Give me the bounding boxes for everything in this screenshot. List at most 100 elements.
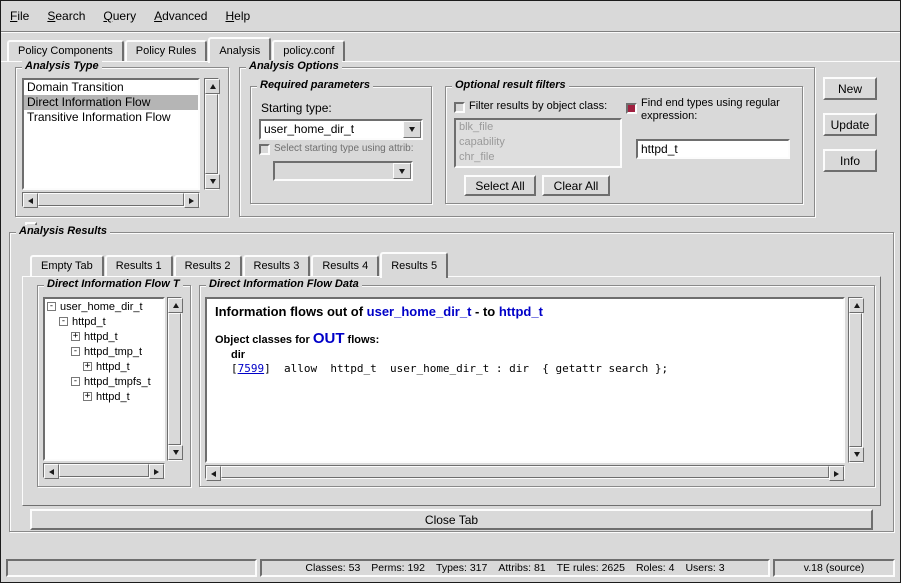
tree-node-label[interactable]: user_home_dir_t (60, 301, 143, 313)
attrib-checkbox[interactable] (259, 144, 270, 155)
tree-node-label[interactable]: httpd_t (84, 331, 118, 343)
tree-node[interactable]: -user_home_dir_t (45, 299, 163, 314)
list-item-selected[interactable]: Direct Information Flow (24, 95, 198, 110)
analysis-type-v-scrollbar[interactable] (204, 78, 219, 190)
analysis-type-h-scrollbar[interactable] (22, 192, 200, 207)
scroll-trough[interactable] (221, 466, 829, 478)
rule-number-link[interactable]: 7599 (238, 362, 265, 375)
rule-bracket-open: [ (231, 362, 238, 375)
filter-object-class-checkbox[interactable] (454, 102, 465, 113)
scroll-trough[interactable] (205, 94, 218, 174)
list-item[interactable]: Transitive Information Flow (24, 110, 198, 125)
scroll-right-icon[interactable] (184, 193, 199, 208)
tree-node[interactable]: + httpd_t (45, 329, 163, 344)
clear-all-button[interactable]: Clear All (542, 175, 610, 196)
object-classes-prefix: Object classes for (215, 334, 313, 346)
analysis-type-listbox[interactable]: Domain Transition Direct Information Flo… (22, 78, 200, 190)
flow-tree-title: Direct Information Flow T (44, 278, 183, 290)
filter-object-class-label: Filter results by object class: (469, 100, 607, 112)
tree-expander-icon[interactable]: - (59, 317, 68, 326)
flow-source-type: user_home_dir_t (367, 304, 472, 319)
starting-type-combobox[interactable]: user_home_dir_t (259, 119, 423, 140)
flow-data-v-scrollbar[interactable] (848, 297, 863, 463)
tree-node-label[interactable]: httpd_tmp_t (84, 346, 142, 358)
flow-tree-v-scrollbar[interactable] (167, 297, 182, 461)
analysis-options-frame: Analysis Options Required parameters Sta… (239, 67, 815, 217)
tab-policy-rules[interactable]: Policy Rules (125, 40, 208, 61)
tab-results-1[interactable]: Results 1 (105, 255, 173, 276)
tab-results-3[interactable]: Results 3 (243, 255, 311, 276)
scroll-trough[interactable] (38, 193, 184, 206)
tree-node-label[interactable]: httpd_t (96, 361, 130, 373)
tree-node-label[interactable]: httpd_t (96, 391, 130, 403)
scroll-down-icon[interactable] (205, 174, 220, 189)
scroll-trough[interactable] (168, 313, 181, 445)
tree-expander-icon[interactable]: - (71, 347, 80, 356)
menu-file[interactable]: File (7, 7, 32, 25)
tree-expander-icon[interactable]: + (71, 332, 80, 341)
stat-roles: Roles: 4 (636, 562, 675, 574)
tab-results-5[interactable]: Results 5 (380, 252, 448, 278)
scroll-thumb[interactable] (849, 313, 862, 447)
tree-node[interactable]: + httpd_t (45, 389, 163, 404)
scroll-up-icon[interactable] (849, 298, 864, 313)
scroll-up-icon[interactable] (168, 298, 183, 313)
tree-node-label[interactable]: httpd_t (72, 316, 106, 328)
stat-perms: Perms: 192 (371, 562, 425, 574)
new-button[interactable]: New (823, 77, 877, 100)
tree-expander-icon[interactable]: + (83, 392, 92, 401)
select-all-button[interactable]: Select All (464, 175, 536, 196)
tab-results-4[interactable]: Results 4 (311, 255, 379, 276)
tree-node-label[interactable]: httpd_tmpfs_t (84, 376, 151, 388)
flow-target-type: httpd_t (499, 304, 543, 319)
list-item[interactable]: Domain Transition (24, 80, 198, 95)
optional-filters-frame: Optional result filters Filter results b… (445, 86, 803, 204)
attrib-dropdown-button (393, 163, 411, 179)
scroll-thumb[interactable] (168, 313, 181, 445)
menu-query[interactable]: Query (100, 7, 139, 25)
menu-search[interactable]: Search (44, 7, 88, 25)
regex-checkbox[interactable] (626, 103, 637, 114)
scroll-thumb[interactable] (221, 466, 829, 478)
menu-advanced[interactable]: Advanced (151, 7, 210, 25)
close-tab-button[interactable]: Close Tab (30, 509, 873, 530)
tree-expander-icon[interactable]: - (71, 377, 80, 386)
tab-policy-conf[interactable]: policy.conf (272, 40, 345, 61)
menu-help[interactable]: Help (222, 7, 253, 25)
tree-expander-icon[interactable]: - (47, 302, 56, 311)
tab-results-2[interactable]: Results 2 (174, 255, 242, 276)
tree-node[interactable]: + httpd_t (45, 359, 163, 374)
scroll-left-icon[interactable] (206, 466, 221, 481)
scroll-trough[interactable] (59, 464, 149, 477)
regex-input[interactable] (636, 139, 790, 159)
flow-data-h-scrollbar[interactable] (205, 465, 845, 479)
tab-policy-components[interactable]: Policy Components (7, 40, 124, 61)
scroll-down-icon[interactable] (849, 447, 864, 462)
required-parameters-frame: Required parameters Starting type: user_… (250, 86, 432, 204)
update-button[interactable]: Update (823, 113, 877, 136)
scroll-right-icon[interactable] (829, 466, 844, 481)
scroll-right-icon[interactable] (149, 464, 164, 479)
rule-bracket-close: ] (264, 362, 271, 375)
scroll-thumb[interactable] (205, 94, 218, 174)
tree-expander-icon[interactable]: + (83, 362, 92, 371)
status-panel-stats: Classes: 53 Perms: 192 Types: 317 Attrib… (260, 559, 770, 577)
scroll-left-icon[interactable] (23, 193, 38, 208)
tree-node[interactable]: -httpd_tmpfs_t (45, 374, 163, 389)
flow-tree[interactable]: -user_home_dir_t -httpd_t +httpd_t -http… (43, 297, 165, 461)
starting-type-dropdown-button[interactable] (403, 121, 421, 138)
scroll-down-icon[interactable] (168, 445, 183, 460)
attrib-combobox-value (275, 163, 393, 179)
scroll-up-icon[interactable] (205, 79, 220, 94)
scroll-trough[interactable] (849, 313, 862, 447)
flow-data-textarea[interactable]: Information flows out of user_home_dir_t… (205, 297, 845, 463)
scroll-thumb[interactable] (38, 193, 184, 206)
tree-node[interactable]: -httpd_t (45, 314, 163, 329)
scroll-left-icon[interactable] (44, 464, 59, 479)
tab-empty[interactable]: Empty Tab (30, 255, 104, 276)
tree-node[interactable]: -httpd_tmp_t (45, 344, 163, 359)
flow-tree-h-scrollbar[interactable] (43, 463, 165, 478)
main-notebook-edge (1, 61, 900, 62)
info-button[interactable]: Info (823, 149, 877, 172)
scroll-thumb[interactable] (59, 464, 149, 477)
